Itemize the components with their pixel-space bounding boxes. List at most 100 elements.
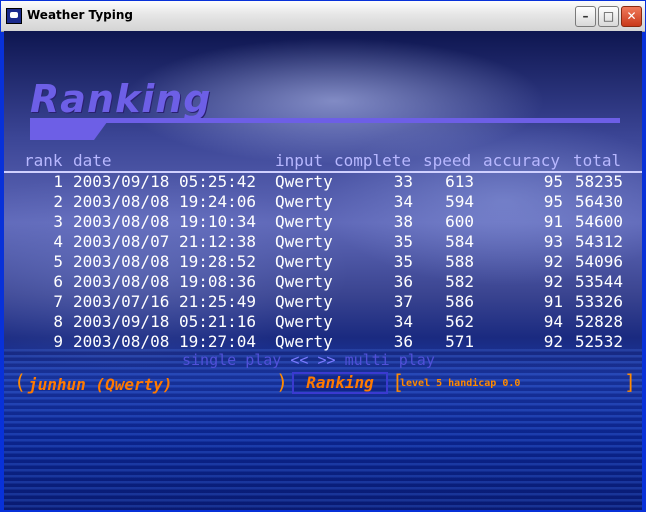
- play-mode-selector: single play << >> multi play: [182, 351, 435, 369]
- level-bracket-right: ]: [624, 370, 637, 394]
- cell-speed: 613: [445, 172, 474, 191]
- cell-accuracy: 95: [543, 192, 563, 211]
- table-row: 5 2003/08/08 19:28:52 Qwerty 35 588 92 54096: [4, 252, 642, 272]
- cell-input: Qwerty: [275, 252, 333, 271]
- col-date: date: [73, 151, 112, 170]
- mode-switch-arrows[interactable]: << >>: [290, 351, 335, 369]
- cell-date: 2003/08/07 21:12:38: [73, 232, 257, 251]
- col-speed: speed: [423, 151, 472, 170]
- cell-accuracy: 91: [543, 212, 563, 231]
- cell-complete: 34: [393, 192, 413, 211]
- cell-rank: 7: [53, 292, 63, 311]
- cell-date: 2003/09/18 05:21:16: [73, 312, 257, 331]
- cell-accuracy: 94: [543, 312, 563, 331]
- cell-total: 53544: [574, 272, 623, 291]
- cell-rank: 5: [53, 252, 63, 271]
- cell-speed: 586: [445, 292, 474, 311]
- cell-speed: 571: [445, 332, 474, 351]
- cell-input: Qwerty: [275, 272, 333, 291]
- cell-total: 56430: [574, 192, 623, 211]
- cell-input: Qwerty: [275, 172, 333, 191]
- table-row: 8 2003/09/18 05:21:16 Qwerty 34 562 94 52828: [4, 312, 642, 332]
- cell-accuracy: 92: [543, 252, 563, 271]
- table-row: 2 2003/08/08 19:24:06 Qwerty 34 594 95 56430: [4, 192, 642, 212]
- cell-complete: 33: [393, 172, 413, 191]
- cell-speed: 600: [445, 212, 474, 231]
- col-input: input: [275, 151, 324, 170]
- cell-speed: 582: [445, 272, 474, 291]
- cell-rank: 9: [53, 332, 63, 351]
- app-window: Weather Typing – □ ✕ Ranking rank date i…: [0, 0, 646, 512]
- page-title: Ranking: [30, 77, 212, 121]
- minimize-button[interactable]: –: [575, 6, 596, 27]
- maximize-button[interactable]: □: [598, 6, 619, 27]
- game-screen: Ranking rank date input complete speed a…: [4, 31, 642, 510]
- minimize-icon: –: [582, 9, 589, 23]
- player-bracket-left: (: [14, 370, 27, 394]
- cell-rank: 2: [53, 192, 63, 211]
- cell-accuracy: 93: [543, 232, 563, 251]
- cell-accuracy: 91: [543, 292, 563, 311]
- ranking-button[interactable]: Ranking: [292, 372, 388, 394]
- maximize-icon: □: [602, 9, 615, 23]
- player-name: junhun (Qwerty): [28, 375, 173, 394]
- cell-total: 52532: [574, 332, 623, 351]
- multi-play-option[interactable]: multi play: [345, 351, 435, 369]
- cell-input: Qwerty: [275, 192, 333, 211]
- single-play-option[interactable]: single play: [182, 351, 281, 369]
- cell-input: Qwerty: [275, 292, 333, 311]
- table-row: 4 2003/08/07 21:12:38 Qwerty 35 584 93 54312: [4, 232, 642, 252]
- cell-rank: 4: [53, 232, 63, 251]
- cell-date: 2003/08/08 19:27:04: [73, 332, 257, 351]
- cell-speed: 588: [445, 252, 474, 271]
- cell-input: Qwerty: [275, 312, 333, 331]
- table-row: 9 2003/08/08 19:27:04 Qwerty 36 571 92 52532: [4, 332, 642, 352]
- cell-accuracy: 92: [543, 272, 563, 291]
- cell-speed: 594: [445, 192, 474, 211]
- cell-date: 2003/08/08 19:10:34: [73, 212, 257, 231]
- cell-complete: 35: [393, 252, 413, 271]
- cell-complete: 38: [393, 212, 413, 231]
- title-underline: [30, 118, 620, 123]
- table-row: 7 2003/07/16 21:25:49 Qwerty 37 586 91 53326: [4, 292, 642, 312]
- cell-accuracy: 95: [543, 172, 563, 191]
- cell-date: 2003/08/08 19:28:52: [73, 252, 257, 271]
- ranking-table-header: rank date input complete speed accuracy …: [4, 151, 642, 173]
- col-total: total: [573, 151, 622, 170]
- cell-date: 2003/09/18 05:25:42: [73, 172, 257, 191]
- close-button[interactable]: ✕: [621, 6, 642, 27]
- cell-rank: 1: [53, 172, 63, 191]
- cell-total: 52828: [574, 312, 623, 331]
- close-icon: ✕: [626, 9, 637, 23]
- cell-speed: 562: [445, 312, 474, 331]
- cell-rank: 3: [53, 212, 63, 231]
- table-row: 6 2003/08/08 19:08:36 Qwerty 36 582 92 53544: [4, 272, 642, 292]
- cell-date: 2003/07/16 21:25:49: [73, 292, 257, 311]
- cell-total: 58235: [574, 172, 623, 191]
- cell-rank: 6: [53, 272, 63, 291]
- col-complete: complete: [334, 151, 412, 170]
- level-info: level 5 handicap 0.0: [400, 378, 521, 389]
- cell-total: 54600: [574, 212, 623, 231]
- col-accuracy: accuracy: [483, 151, 561, 170]
- player-bracket-right: ): [276, 370, 289, 394]
- cell-input: Qwerty: [275, 232, 333, 251]
- cell-complete: 37: [393, 292, 413, 311]
- cell-rank: 8: [53, 312, 63, 331]
- cell-accuracy: 92: [543, 332, 563, 351]
- cell-date: 2003/08/08 19:08:36: [73, 272, 257, 291]
- cell-total: 54312: [574, 232, 623, 251]
- cell-input: Qwerty: [275, 332, 333, 351]
- cell-complete: 35: [393, 232, 413, 251]
- cell-complete: 36: [393, 332, 413, 351]
- cell-input: Qwerty: [275, 212, 333, 231]
- table-row: 3 2003/08/08 19:10:34 Qwerty 38 600 91 54600: [4, 212, 642, 232]
- col-rank: rank: [24, 151, 63, 170]
- window-title: Weather Typing: [27, 8, 133, 22]
- cell-complete: 36: [393, 272, 413, 291]
- cell-date: 2003/08/08 19:24:06: [73, 192, 257, 211]
- app-icon[interactable]: [6, 8, 22, 24]
- cell-complete: 34: [393, 312, 413, 331]
- title-bar[interactable]: Weather Typing – □ ✕: [1, 1, 645, 32]
- cell-total: 54096: [574, 252, 623, 271]
